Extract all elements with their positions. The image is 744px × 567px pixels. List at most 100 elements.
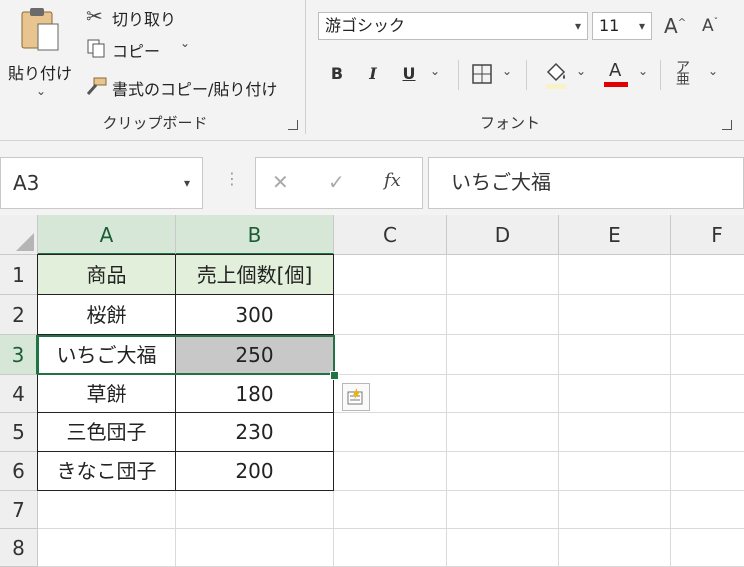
cell-b5[interactable]: 230 — [175, 412, 334, 452]
cell-f7[interactable] — [671, 491, 744, 529]
borders-icon[interactable] — [472, 64, 492, 84]
row-header-6[interactable]: 6 — [0, 452, 38, 491]
font-name-select[interactable]: 游ゴシック ▾ — [318, 12, 588, 40]
paste-label: 貼り付け — [8, 64, 73, 83]
column-header-e[interactable]: E — [559, 215, 671, 255]
cell-a4[interactable]: 草餅 — [37, 374, 176, 413]
italic-button[interactable]: I — [362, 64, 384, 83]
cell-c5[interactable] — [334, 413, 447, 452]
cell-c3[interactable] — [334, 335, 447, 375]
increase-font-size-icon[interactable]: A^ — [664, 14, 686, 38]
cell-c1[interactable] — [334, 255, 447, 295]
row-header-5[interactable]: 5 — [0, 413, 38, 452]
cell-d4[interactable] — [447, 375, 559, 413]
clipboard-group-label: クリップボード — [102, 114, 208, 132]
cell-e4[interactable] — [559, 375, 671, 413]
font-color-dropdown-icon[interactable]: ⌄ — [638, 64, 648, 78]
cell-e7[interactable] — [559, 491, 671, 529]
cell-f4[interactable] — [671, 375, 744, 413]
cell-b2[interactable]: 300 — [175, 294, 334, 335]
column-header-c[interactable]: C — [334, 215, 447, 255]
cell-d7[interactable] — [447, 491, 559, 529]
cell-b4[interactable]: 180 — [175, 374, 334, 413]
cell-a5[interactable]: 三色団子 — [37, 412, 176, 452]
font-color-letter: A — [609, 60, 622, 81]
bold-button[interactable]: B — [326, 64, 348, 83]
phonetic-guide-icon[interactable]: ア亜 — [676, 61, 690, 87]
quick-analysis-button[interactable] — [342, 383, 370, 411]
font-launcher-icon[interactable] — [722, 120, 732, 130]
cell-f8[interactable] — [671, 529, 744, 567]
column-header-b[interactable]: B — [176, 215, 334, 255]
copy-button[interactable]: コピー ⌄ — [86, 36, 196, 62]
formula-input[interactable]: いちご大福 — [428, 157, 744, 209]
cell-c2[interactable] — [334, 295, 447, 335]
enter-icon[interactable]: ✓ — [328, 170, 345, 194]
font-color-button[interactable]: A — [602, 58, 630, 90]
active-cell-border — [37, 335, 335, 375]
cell-d5[interactable] — [447, 413, 559, 452]
cell-e3[interactable] — [559, 335, 671, 375]
row-header-7[interactable]: 7 — [0, 491, 38, 529]
font-size-select[interactable]: 11 ▾ — [592, 12, 652, 40]
cell-a7[interactable] — [38, 491, 176, 529]
copy-dropdown-icon[interactable]: ⌄ — [180, 36, 190, 50]
borders-dropdown-icon[interactable]: ⌄ — [502, 64, 512, 78]
cut-button[interactable]: ✂ 切り取り — [86, 4, 196, 30]
cell-d8[interactable] — [447, 529, 559, 567]
phonetic-dropdown-icon[interactable]: ⌄ — [708, 64, 718, 78]
cell-a2[interactable]: 桜餅 — [37, 294, 176, 335]
paste-button[interactable]: 貼り付け ⌄ — [6, 4, 72, 98]
cell-e2[interactable] — [559, 295, 671, 335]
row-header-1[interactable]: 1 — [0, 255, 38, 295]
cell-f5[interactable] — [671, 413, 744, 452]
cell-d2[interactable] — [447, 295, 559, 335]
name-box-dropdown-icon[interactable]: ▾ — [184, 158, 190, 208]
cell-d3[interactable] — [447, 335, 559, 375]
ribbon: 貼り付け ⌄ ✂ 切り取り コピー ⌄ 書式のコピー/貼り付け クリップボード … — [0, 0, 744, 141]
cell-b8[interactable] — [176, 529, 334, 567]
cell-f3[interactable] — [671, 335, 744, 375]
cell-a8[interactable] — [38, 529, 176, 567]
row-header-8[interactable]: 8 — [0, 529, 38, 567]
fill-color-dropdown-icon[interactable]: ⌄ — [576, 64, 586, 78]
cell-e8[interactable] — [559, 529, 671, 567]
cell-d1[interactable] — [447, 255, 559, 295]
paste-dropdown-icon[interactable]: ⌄ — [36, 84, 46, 98]
cell-f6[interactable] — [671, 452, 744, 491]
column-header-a[interactable]: A — [38, 215, 176, 255]
cell-e5[interactable] — [559, 413, 671, 452]
decrease-font-size-icon[interactable]: Aˇ — [702, 16, 718, 36]
column-header-f[interactable]: F — [671, 215, 744, 255]
cell-a1[interactable]: 商品 — [37, 254, 176, 295]
fill-color-icon[interactable] — [544, 60, 568, 90]
format-painter-button[interactable]: 書式のコピー/貼り付け — [86, 74, 286, 100]
row-header-3[interactable]: 3 — [0, 335, 38, 375]
column-header-d[interactable]: D — [447, 215, 559, 255]
clipboard-launcher-icon[interactable] — [288, 120, 298, 130]
cell-c6[interactable] — [334, 452, 447, 491]
quick-analysis-icon — [347, 388, 363, 405]
cell-c8[interactable] — [334, 529, 447, 567]
row-header-4[interactable]: 4 — [0, 375, 38, 413]
underline-dropdown-icon[interactable]: ⌄ — [430, 64, 440, 78]
copy-icon — [87, 39, 105, 58]
cell-e1[interactable] — [559, 255, 671, 295]
name-box[interactable]: A3 ▾ — [0, 157, 203, 209]
row-header-2[interactable]: 2 — [0, 295, 38, 335]
cell-c7[interactable] — [334, 491, 447, 529]
select-all-button[interactable] — [0, 215, 38, 255]
cell-a6[interactable]: きなこ団子 — [37, 451, 176, 491]
underline-button[interactable]: U — [398, 64, 420, 83]
cell-e6[interactable] — [559, 452, 671, 491]
formula-bar-grip-icon[interactable]: ⋮ — [224, 169, 240, 188]
fill-handle[interactable] — [330, 371, 339, 380]
cell-b7[interactable] — [176, 491, 334, 529]
insert-function-icon[interactable]: fx — [384, 170, 401, 191]
cell-d6[interactable] — [447, 452, 559, 491]
cancel-icon[interactable]: ✕ — [272, 170, 289, 194]
cell-b1[interactable]: 売上個数[個] — [175, 254, 334, 295]
cell-f1[interactable] — [671, 255, 744, 295]
cell-f2[interactable] — [671, 295, 744, 335]
cell-b6[interactable]: 200 — [175, 451, 334, 491]
